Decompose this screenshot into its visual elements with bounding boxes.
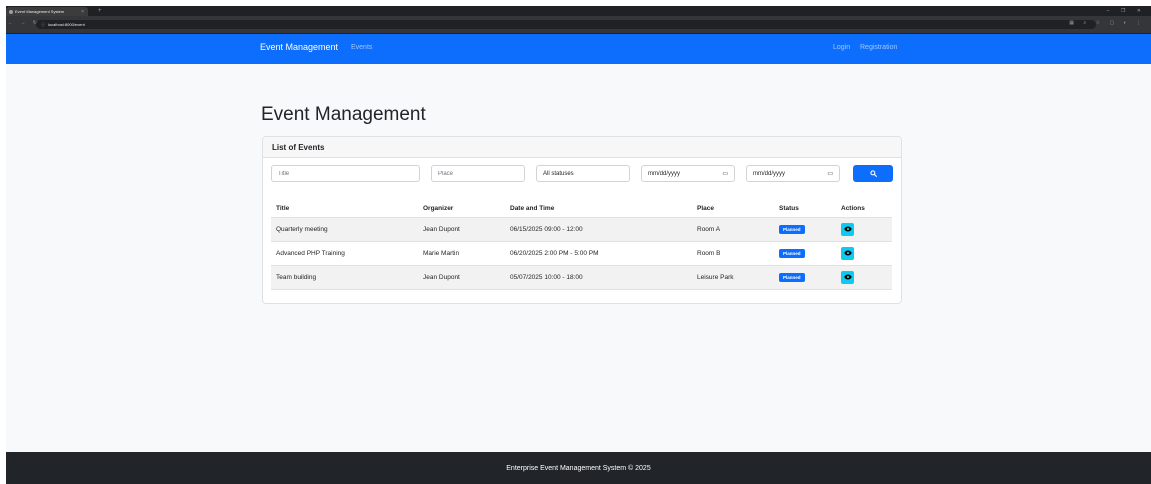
browser-toolbar: ← → ↻ ⓘ localhost:8000/event ▦ ⌕ ☆ ▢ ◐ ⋮ (6, 16, 1151, 34)
search-icon (869, 170, 877, 177)
eye-icon (843, 250, 852, 256)
events-card: List of Events All statuses mm/dd/yyyy ▭… (262, 136, 902, 304)
title-filter-input[interactable] (271, 165, 420, 182)
event-place: Room A (692, 217, 774, 242)
event-status-cell: Planned (774, 265, 836, 290)
address-bar[interactable]: ⓘ localhost:8000/event (36, 20, 1096, 29)
event-actions-cell (836, 217, 892, 242)
date-to-input[interactable]: mm/dd/yyyy ▭ (746, 165, 840, 182)
event-organizer: Marie Martin (418, 241, 505, 266)
status-badge: Planned (779, 248, 805, 258)
tab-close-icon[interactable]: × (81, 9, 84, 15)
app-navbar: Event Management Events Login Registrati… (6, 34, 1151, 64)
event-title: Team building (271, 265, 418, 290)
status-filter-value: All statuses (543, 170, 574, 177)
event-actions-cell (836, 241, 892, 266)
browser-tab-strip: Event Management System × + – ❐ ✕ (6, 6, 1151, 16)
browser-extension-icons[interactable]: ▦ ⌕ ☆ ▢ ◐ ⋮ (1069, 20, 1145, 26)
event-status-cell: Planned (774, 217, 836, 242)
date-from-input[interactable]: mm/dd/yyyy ▭ (641, 165, 735, 182)
site-info-icon[interactable]: ⓘ (41, 22, 45, 28)
window-controls[interactable]: – ❐ ✕ (1107, 6, 1146, 16)
column-header-title: Title (271, 200, 418, 218)
eye-icon (843, 274, 852, 280)
column-header-organizer: Organizer (418, 200, 505, 218)
column-header-actions: Actions (836, 200, 892, 218)
status-filter-select[interactable]: All statuses (536, 165, 630, 182)
view-event-button[interactable] (841, 270, 854, 284)
date-to-placeholder: mm/dd/yyyy (753, 170, 786, 177)
table-header-row: Title Organizer Date and Time Place Stat… (271, 200, 892, 218)
status-badge: Planned (779, 272, 805, 282)
events-table: Title Organizer Date and Time Place Stat… (271, 200, 892, 290)
view-event-button[interactable] (841, 222, 854, 236)
column-header-status: Status (774, 200, 836, 218)
column-header-place: Place (692, 200, 774, 218)
url-text: localhost:8000/event (48, 22, 85, 27)
event-title: Advanced PHP Training (271, 241, 418, 266)
browser-window: Event Management System × + – ❐ ✕ ← → ↻ … (6, 6, 1151, 484)
event-organizer: Jean Dupont (418, 265, 505, 290)
event-place: Room B (692, 241, 774, 266)
event-datetime: 06/20/2025 2:00 PM - 5:00 PM (505, 241, 692, 266)
favicon-icon (9, 9, 13, 14)
event-place: Leisure Park (692, 265, 774, 290)
search-button[interactable] (853, 165, 893, 182)
eye-icon (843, 226, 852, 232)
status-badge: Planned (779, 224, 805, 234)
table-row: Team building Jean Dupont 05/07/2025 10:… (271, 265, 892, 290)
page-footer: Enterprise Event Management System © 202… (6, 452, 1151, 484)
card-header: List of Events (263, 137, 901, 158)
nav-link-login[interactable]: Login (833, 44, 850, 51)
calendar-icon[interactable]: ▭ (827, 170, 833, 177)
calendar-icon[interactable]: ▭ (722, 170, 728, 177)
table-row: Advanced PHP Training Marie Martin 06/20… (271, 241, 892, 266)
event-actions-cell (836, 265, 892, 290)
new-tab-button[interactable]: + (98, 6, 102, 16)
view-event-button[interactable] (841, 246, 854, 260)
table-row: Quarterly meeting Jean Dupont 06/15/2025… (271, 217, 892, 242)
column-header-date-time: Date and Time (505, 200, 692, 218)
event-status-cell: Planned (774, 241, 836, 266)
event-datetime: 05/07/2025 10:00 - 18:00 (505, 265, 692, 290)
event-datetime: 06/15/2025 09:00 - 12:00 (505, 217, 692, 242)
event-title: Quarterly meeting (271, 217, 418, 242)
event-organizer: Jean Dupont (418, 217, 505, 242)
page-title: Event Management (261, 104, 426, 125)
nav-link-events[interactable]: Events (351, 44, 372, 51)
tab-title: Event Management System (15, 9, 65, 14)
navbar-brand[interactable]: Event Management (260, 42, 338, 52)
place-filter-input[interactable] (431, 165, 525, 182)
footer-text: Enterprise Event Management System © 202… (506, 464, 651, 472)
nav-link-registration[interactable]: Registration (860, 44, 897, 51)
date-from-placeholder: mm/dd/yyyy (648, 170, 681, 177)
browser-tab[interactable]: Event Management System × (6, 7, 88, 16)
